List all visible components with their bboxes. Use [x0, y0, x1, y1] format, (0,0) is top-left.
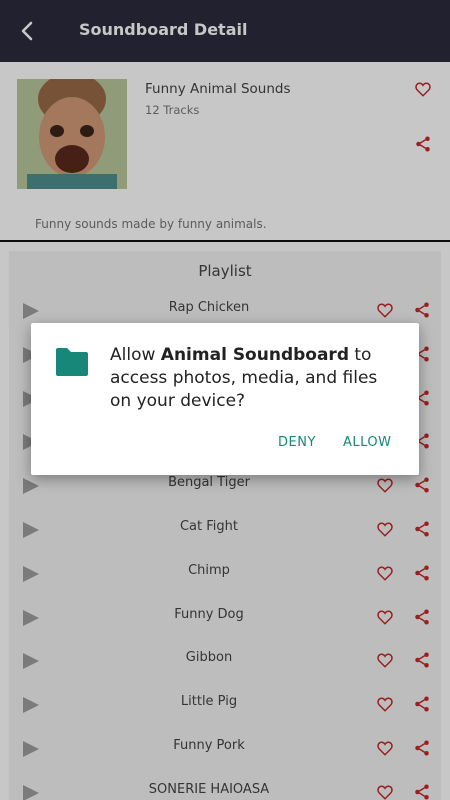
deny-button[interactable]: DENY [278, 435, 316, 450]
permission-dialog: Allow Animal Soundboard to access photos… [31, 323, 419, 475]
permission-message: Allow Animal Soundboard to access photos… [110, 345, 378, 411]
folder-icon [56, 348, 88, 376]
allow-button[interactable]: ALLOW [343, 435, 392, 450]
